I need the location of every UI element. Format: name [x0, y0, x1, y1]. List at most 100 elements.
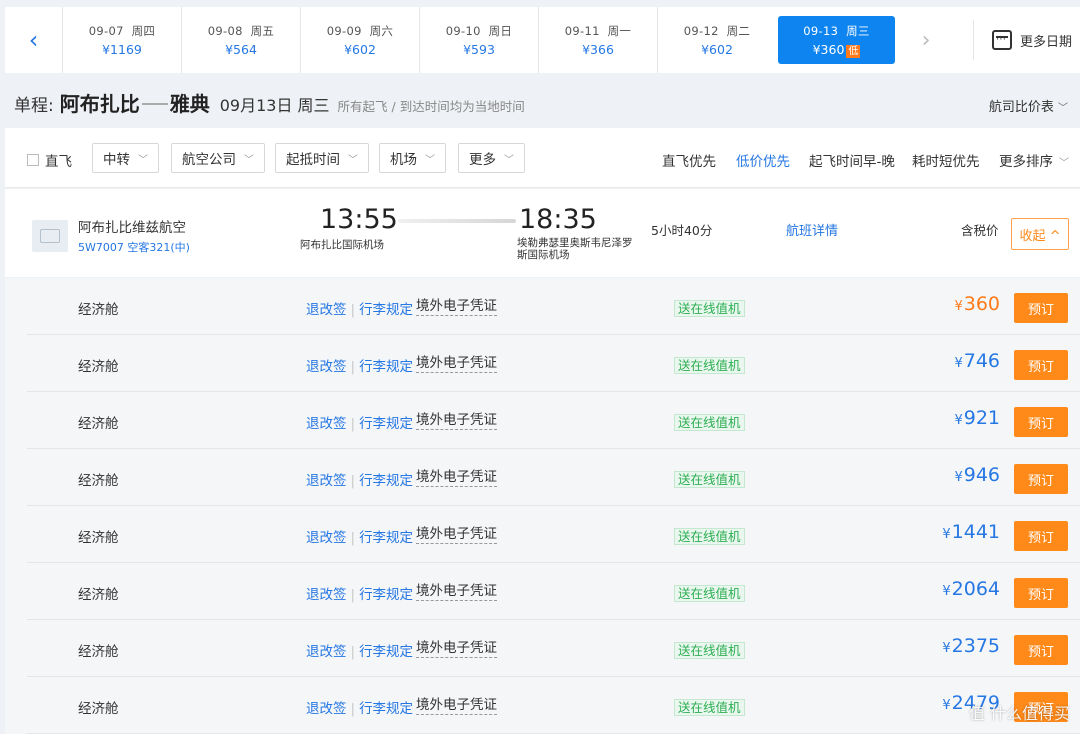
date-label: 09-07: [88, 24, 124, 38]
refund-change-link[interactable]: 退改签: [306, 644, 347, 660]
date-tab[interactable]: 09-10 周日 ¥593: [419, 7, 538, 73]
cabin-class: 经济舱: [78, 416, 119, 432]
refund-change-link[interactable]: 退改签: [306, 473, 347, 489]
e-voucher-label[interactable]: 境外电子凭证: [416, 469, 497, 487]
online-checkin-badge: 送在线值机: [674, 528, 745, 545]
more-dates-button[interactable]: 更多日期: [973, 20, 1072, 60]
refund-change-link[interactable]: 退改签: [306, 587, 347, 603]
sort-more-dropdown[interactable]: 更多排序 ﹀: [999, 150, 1069, 170]
fare-price: ¥2375: [942, 635, 1000, 657]
filter-more-dropdown[interactable]: 更多 ﹀: [458, 143, 525, 173]
date-tab[interactable]: 09-09 周六 ¥602: [300, 7, 419, 73]
flight-duration: 5小时40分: [651, 223, 713, 238]
filter-airline-dropdown[interactable]: 航空公司 ﹀: [171, 143, 265, 173]
sort-direct-first[interactable]: 直飞优先: [662, 150, 716, 170]
e-voucher-label[interactable]: 境外电子凭证: [416, 412, 497, 430]
book-button[interactable]: 预订: [1014, 464, 1068, 494]
book-button[interactable]: 预订: [1014, 635, 1068, 665]
sort-lowest-price[interactable]: 低价优先: [736, 150, 790, 170]
collapse-label: 收起 ^: [1019, 228, 1061, 244]
date-tab[interactable]: 09-08 周五 ¥564: [181, 7, 300, 73]
checkbox-icon: [27, 154, 39, 166]
book-label: 预订: [1027, 473, 1054, 489]
date-price: ¥602: [344, 42, 376, 57]
book-button[interactable]: 预订: [1014, 293, 1068, 323]
date-tab[interactable]: 09-12 周二 ¥602: [657, 7, 776, 73]
fare-price: ¥360: [954, 293, 1000, 315]
e-voucher-label[interactable]: 境外电子凭证: [416, 526, 497, 544]
flight-path-line: [398, 219, 516, 223]
fare-row: 经济舱 退改签 | 行李规定 境外电子凭证 送在线值机 ¥360 预订: [27, 278, 1080, 335]
filter-label: 更多: [469, 152, 496, 168]
filter-airport-dropdown[interactable]: 机场 ﹀: [379, 143, 446, 173]
refund-change-link[interactable]: 退改签: [306, 359, 347, 375]
direct-only-checkbox[interactable]: 直飞: [27, 150, 72, 170]
currency-symbol: ¥: [954, 356, 963, 371]
refund-change-link[interactable]: 退改签: [306, 416, 347, 432]
baggage-rules-link[interactable]: 行李规定: [359, 701, 413, 717]
sort-departure-time[interactable]: 起飞时间早-晚: [809, 150, 895, 170]
e-voucher-label[interactable]: 境外电子凭证: [416, 298, 497, 316]
date-tab[interactable]: 09-07 周四 ¥1169: [62, 7, 181, 73]
weekday-label: 周三: [846, 23, 870, 38]
book-button[interactable]: 预订: [1014, 521, 1068, 551]
refund-change-link[interactable]: 退改签: [306, 302, 347, 318]
baggage-rules-link[interactable]: 行李规定: [359, 644, 413, 660]
sort-shortest-duration[interactable]: 耗时短优先: [912, 150, 980, 170]
baggage-rules-link[interactable]: 行李规定: [359, 587, 413, 603]
next-dates-arrow-icon[interactable]: ›: [897, 7, 955, 73]
flight-number[interactable]: 5W7007 空客321(中): [78, 239, 190, 255]
weekday-label: 周日: [488, 24, 513, 38]
chevron-down-icon: ﹀: [1059, 158, 1069, 169]
fare-price-value: 360: [963, 293, 1000, 315]
link-separator: |: [350, 302, 356, 318]
fare-row: 经济舱 退改签 | 行李规定 境外电子凭证 送在线值机 ¥946 预订: [27, 449, 1080, 506]
flight-card: 阿布扎比维兹航空 5W7007 空客321(中) 13:55 阿布扎比国际机场 …: [5, 189, 1080, 277]
compare-label: 航司比价表: [988, 100, 1054, 115]
book-button[interactable]: 预订: [1014, 350, 1068, 380]
fare-rule-links: 退改签 | 行李规定: [306, 583, 413, 603]
refund-change-link[interactable]: 退改签: [306, 530, 347, 546]
fare-row: 经济舱 退改签 | 行李规定 境外电子凭证 送在线值机 ¥1441 预订: [27, 506, 1080, 563]
weekday-label: 周五: [250, 24, 275, 38]
book-label: 预订: [1027, 644, 1054, 660]
currency-symbol: ¥: [954, 299, 963, 314]
airline-compare-button[interactable]: 航司比价表 ﹀: [989, 96, 1068, 115]
fare-price-value: 921: [963, 407, 1000, 429]
link-separator: |: [350, 530, 356, 546]
e-voucher-label[interactable]: 境外电子凭证: [416, 697, 497, 715]
filter-transfer-dropdown[interactable]: 中转 ﹀: [92, 143, 159, 173]
filter-time-dropdown[interactable]: 起抵时间 ﹀: [275, 143, 369, 173]
chevron-down-icon: ﹀: [138, 154, 148, 166]
e-voucher-label[interactable]: 境外电子凭证: [416, 355, 497, 373]
fare-price: ¥1441: [942, 521, 1000, 543]
fare-price-value: 2375: [951, 635, 1000, 657]
sort-more-label: 更多排序: [999, 154, 1053, 170]
arrival-time: 18:35: [519, 204, 597, 235]
refund-change-link[interactable]: 退改签: [306, 701, 347, 717]
collapse-button[interactable]: 收起 ^: [1011, 218, 1069, 250]
baggage-rules-link[interactable]: 行李规定: [359, 473, 413, 489]
baggage-rules-link[interactable]: 行李规定: [359, 359, 413, 375]
date-tab-selected[interactable]: 09-13 周三 ¥360 低: [778, 16, 895, 64]
date-label: 09-13: [803, 23, 839, 38]
fare-rule-links: 退改签 | 行李规定: [306, 697, 413, 717]
fare-list: 经济舱 退改签 | 行李规定 境外电子凭证 送在线值机 ¥360 预订 经济舱 退改签 | 行李规定境…: [5, 278, 1080, 734]
currency-symbol: ¥: [954, 470, 963, 485]
currency-symbol: ¥: [942, 698, 951, 713]
filter-label: 起抵时间: [286, 152, 340, 168]
prev-dates-arrow-icon[interactable]: ‹: [5, 7, 62, 73]
baggage-rules-link[interactable]: 行李规定: [359, 416, 413, 432]
book-button[interactable]: 预订: [1014, 578, 1068, 608]
fare-row: 经济舱 退改签 | 行李规定 境外电子凭证 送在线值机 ¥2479 预订: [27, 677, 1080, 734]
link-separator: |: [350, 473, 356, 489]
e-voucher-label[interactable]: 境外电子凭证: [416, 583, 497, 601]
date-tab[interactable]: 09-11 周一 ¥366: [538, 7, 657, 73]
book-button[interactable]: 预订: [1014, 407, 1068, 437]
baggage-rules-link[interactable]: 行李规定: [359, 302, 413, 318]
e-voucher-label[interactable]: 境外电子凭证: [416, 640, 497, 658]
baggage-rules-link[interactable]: 行李规定: [359, 530, 413, 546]
flight-details-link[interactable]: 航班详情: [786, 220, 838, 239]
filter-label: 机场: [390, 152, 417, 168]
currency-symbol: ¥: [942, 584, 951, 599]
